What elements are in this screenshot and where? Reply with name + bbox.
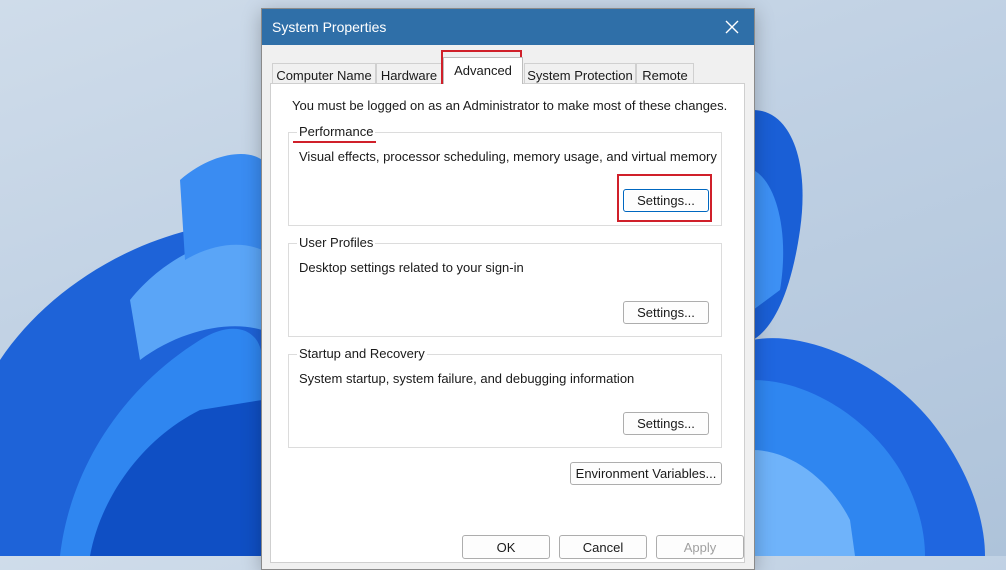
tab-hardware[interactable]: Hardware xyxy=(376,63,442,84)
advanced-tab-panel: You must be logged on as an Administrato… xyxy=(270,83,745,563)
tab-label: Computer Name xyxy=(276,68,372,83)
window-title: System Properties xyxy=(272,19,387,35)
dialog-body: Computer Name Hardware Advanced System P… xyxy=(262,45,754,569)
button-label: Cancel xyxy=(582,539,624,555)
performance-description: Visual effects, processor scheduling, me… xyxy=(299,149,717,164)
startup-recovery-title: Startup and Recovery xyxy=(297,346,427,361)
tab-computer-name[interactable]: Computer Name xyxy=(272,63,376,84)
user-profiles-group: User Profiles Desktop settings related t… xyxy=(288,235,722,337)
admin-note: You must be logged on as an Administrato… xyxy=(292,98,728,113)
system-properties-dialog: System Properties Computer Name Hardware… xyxy=(261,8,755,570)
user-profiles-description: Desktop settings related to your sign-in xyxy=(299,260,524,275)
startup-recovery-group: Startup and Recovery System startup, sys… xyxy=(288,346,722,448)
performance-settings-highlight xyxy=(617,174,712,222)
startup-recovery-settings-button[interactable]: Settings... xyxy=(623,412,709,435)
bloom-right xyxy=(753,110,985,556)
tab-advanced[interactable]: Advanced xyxy=(443,57,523,84)
tab-remote[interactable]: Remote xyxy=(636,63,694,84)
startup-recovery-description: System startup, system failure, and debu… xyxy=(299,371,635,386)
close-icon xyxy=(725,20,739,34)
user-profiles-settings-button[interactable]: Settings... xyxy=(623,301,709,324)
button-label: Apply xyxy=(683,539,717,555)
button-label: Environment Variables... xyxy=(575,466,717,481)
bloom-left xyxy=(0,154,262,556)
tab-label: System Protection xyxy=(527,68,633,83)
title-bar: System Properties xyxy=(262,9,754,45)
button-label: Settings... xyxy=(637,416,695,431)
tab-system-protection[interactable]: System Protection xyxy=(524,63,636,84)
cancel-button[interactable]: Cancel xyxy=(559,535,647,559)
environment-variables-button[interactable]: Environment Variables... xyxy=(570,462,722,485)
performance-underline xyxy=(293,141,376,143)
tab-label: Advanced xyxy=(454,63,512,78)
button-label: OK xyxy=(496,539,516,555)
user-profiles-title: User Profiles xyxy=(297,235,376,250)
ok-button[interactable]: OK xyxy=(462,535,550,559)
tab-label: Remote xyxy=(642,68,688,83)
performance-title: Performance xyxy=(297,124,376,139)
close-button[interactable] xyxy=(710,9,754,45)
tab-label: Hardware xyxy=(380,68,438,83)
button-label: Settings... xyxy=(637,305,695,320)
apply-button[interactable]: Apply xyxy=(656,535,744,559)
